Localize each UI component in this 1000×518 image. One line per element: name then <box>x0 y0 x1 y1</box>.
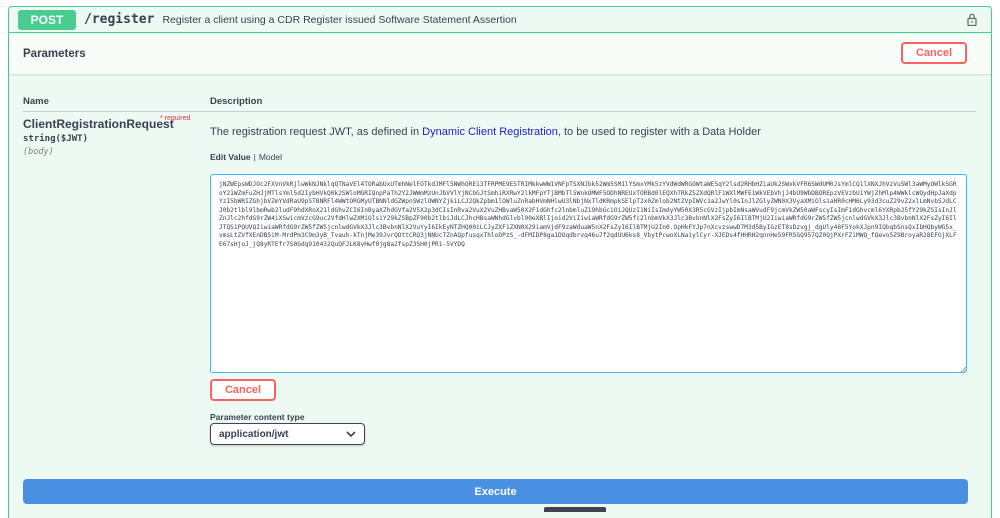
method-badge: POST <box>18 9 76 30</box>
cancel-try-out-button[interactable]: Cancel <box>901 42 967 64</box>
description-column-header: Description <box>210 96 263 107</box>
content-type-select[interactable]: application/jwt <box>210 423 365 445</box>
content-type-label: Parameter content type <box>210 412 305 422</box>
chevron-down-icon <box>346 431 356 438</box>
dcr-link[interactable]: Dynamic Client Registration <box>422 126 558 138</box>
execute-button[interactable]: Execute <box>23 479 968 504</box>
parameters-header: Parameters Cancel <box>9 34 991 74</box>
horizontal-scroll-thumb[interactable] <box>544 507 606 512</box>
parameters-title: Parameters <box>23 48 86 60</box>
parameter-name: ClientRegistrationRequest <box>23 117 174 131</box>
lock-icon[interactable] <box>967 13 977 26</box>
tab-separator: | <box>253 152 256 162</box>
parameter-location: (body) <box>23 147 54 157</box>
endpoint-path: /register <box>84 12 155 27</box>
cancel-button[interactable]: Cancel <box>210 379 276 401</box>
name-column-header: Name <box>23 96 49 107</box>
tab-edit-value[interactable]: Edit Value <box>210 152 251 162</box>
parameter-description: The registration request JWT, as defined… <box>210 126 761 138</box>
operation-summary: Register a client using a CDR Register i… <box>162 13 517 26</box>
required-marker: * required <box>160 115 191 122</box>
resize-handle-icon[interactable] <box>960 366 967 373</box>
operation-block: POST /register Register a client using a… <box>8 6 992 518</box>
description-text-end: , to be used to register with a Data Hol… <box>557 126 761 138</box>
operation-header[interactable]: POST /register Register a client using a… <box>9 7 991 33</box>
tab-model[interactable]: Model <box>259 152 282 162</box>
jwt-body-textarea[interactable]: jNZWEpsWDJOc2FXVnVkRjlwWkNJNklqQTNaVEl4T… <box>210 174 967 373</box>
description-text: The registration request JWT, as defined… <box>210 126 423 138</box>
parameter-type: string($JWT) <box>23 134 89 144</box>
content-type-value: application/jwt <box>219 428 289 440</box>
column-divider <box>23 111 976 112</box>
value-tabs: Edit Value | Model <box>210 152 282 162</box>
